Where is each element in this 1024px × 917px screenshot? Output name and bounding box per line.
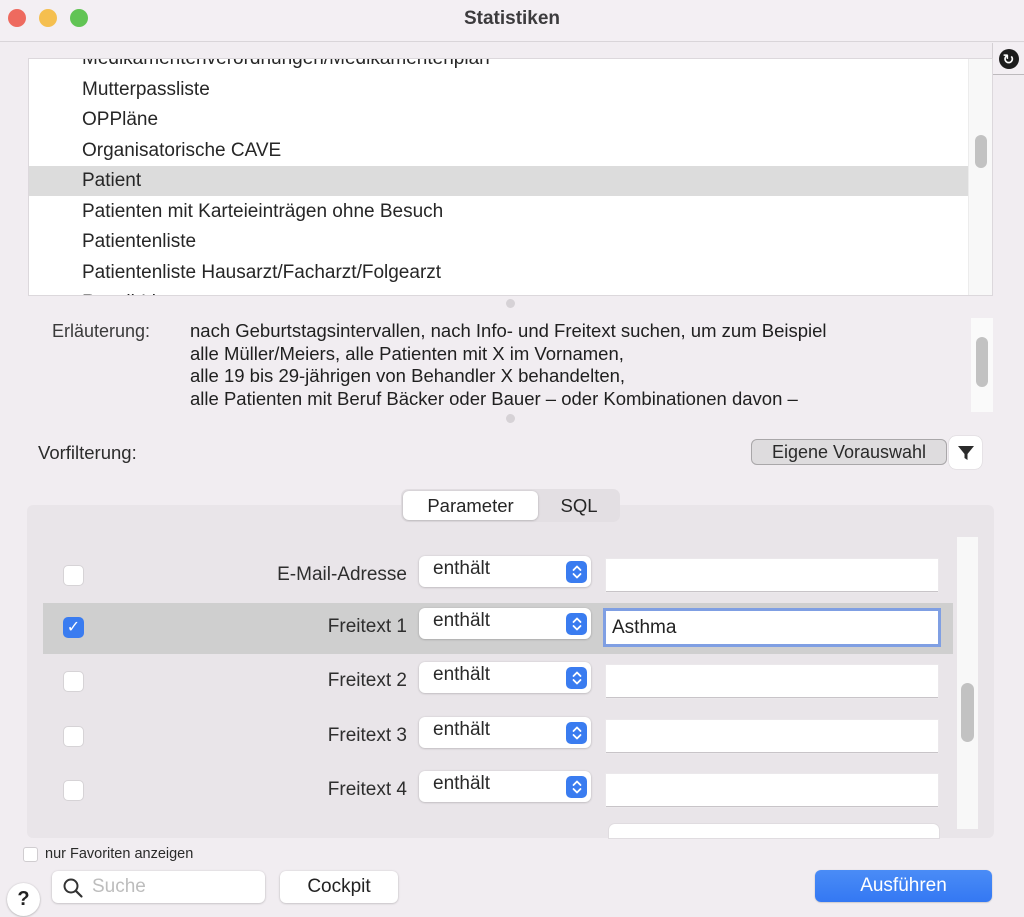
parameter-label: E-Mail-Adresse — [277, 564, 407, 585]
parameter-row: Freitext 2 enthält — [43, 657, 953, 708]
search-icon — [63, 878, 83, 898]
statistics-list-item[interactable]: Organisatorische CAVE — [29, 136, 969, 166]
check-icon: ✓ — [66, 619, 81, 636]
parameter-row: Freitext 4 enthält — [43, 766, 953, 817]
operator-select[interactable]: enthält — [419, 717, 591, 748]
chevron-updown-icon — [566, 667, 587, 689]
tab-sql[interactable]: SQL — [540, 491, 618, 520]
parameter-input-partial[interactable] — [609, 824, 939, 838]
splitter-handle[interactable] — [506, 414, 515, 423]
view-tabs: Parameter SQL — [401, 489, 620, 522]
statistics-list-item[interactable]: OPPläne — [29, 105, 969, 135]
chevron-updown-icon — [566, 776, 587, 798]
operator-select[interactable]: enthält — [419, 608, 591, 639]
own-selection-button[interactable]: Eigene Vorauswahl — [751, 439, 947, 465]
parameters-scrollbar[interactable] — [957, 537, 978, 829]
title-bar: Statistiken — [0, 0, 1024, 42]
parameter-checkbox[interactable] — [63, 565, 84, 586]
parameter-value-input[interactable] — [606, 720, 938, 753]
statistics-list[interactable]: Medikamentenverordnungen/Medikamentenpla… — [28, 58, 993, 296]
parameter-label: Freitext 2 — [327, 670, 407, 691]
operator-value: enthält — [433, 558, 491, 579]
operator-value: enthält — [433, 664, 491, 685]
favorites-only-checkbox[interactable] — [23, 847, 38, 862]
chevron-updown-icon — [566, 613, 587, 635]
explanation-scrollbar[interactable] — [971, 318, 993, 412]
explanation-line: alle 19 bis 29-jährigen von Behandler X … — [190, 365, 626, 386]
scrollbar-thumb[interactable] — [975, 135, 987, 168]
splitter-handle[interactable] — [506, 299, 515, 308]
operator-select[interactable]: enthält — [419, 771, 591, 802]
statistics-list-item[interactable]: Patienten mit Karteieinträgen ohne Besuc… — [29, 197, 969, 227]
parameter-checkbox[interactable] — [63, 671, 84, 692]
parameter-label: Freitext 3 — [327, 725, 407, 746]
chevron-updown-icon — [566, 561, 587, 583]
operator-value: enthält — [433, 610, 491, 631]
scrollbar-thumb[interactable] — [976, 337, 988, 387]
explanation-label: Erläuterung: — [52, 321, 151, 341]
parameters-panel: E-Mail-Adresseenthält✓Freitext 1enthältF… — [27, 505, 994, 838]
statistics-list-item[interactable]: Medikamentenverordnungen/Medikamentenpla… — [29, 59, 969, 74]
operator-select[interactable]: enthält — [419, 662, 591, 693]
cockpit-button[interactable]: Cockpit — [280, 871, 398, 903]
parameter-label: Freitext 4 — [327, 779, 407, 800]
help-button[interactable]: ? — [7, 883, 40, 916]
parameter-value-input[interactable] — [606, 665, 938, 698]
operator-select[interactable]: enthält — [419, 556, 591, 587]
statistics-list-item[interactable]: Patientenliste — [29, 227, 969, 257]
filter-icon — [957, 445, 974, 460]
run-button[interactable]: Ausführen — [815, 870, 992, 902]
statistics-list-item[interactable]: Recall-Liste — [29, 288, 969, 295]
parameter-value-input[interactable] — [606, 774, 938, 807]
parameter-value-input[interactable] — [606, 559, 938, 592]
operator-value: enthält — [433, 719, 491, 740]
explanation-line: alle Patienten mit Beruf Bäcker oder Bau… — [190, 387, 798, 409]
statistics-list-item[interactable]: Patientenliste Hausarzt/Facharzt/Folgear… — [29, 258, 969, 288]
explanation-text: nach Geburtstagsintervallen, nach Info- … — [190, 320, 965, 412]
parameter-value-input[interactable] — [606, 611, 938, 644]
parameter-row: Freitext 3 enthält — [43, 712, 953, 763]
refresh-icon: ↻ — [998, 48, 1019, 69]
parameter-row: E-Mail-Adresse enthält — [43, 551, 953, 602]
statistics-list-item[interactable]: Mutterpassliste — [29, 75, 969, 105]
favorites-only-label: nur Favoriten anzeigen — [45, 846, 194, 862]
operator-value: enthält — [433, 773, 491, 794]
prefilter-label: Vorfilterung: — [38, 442, 137, 463]
parameter-label: Freitext 1 — [327, 616, 407, 637]
search-input[interactable] — [92, 873, 257, 901]
refresh-button[interactable]: ↻ — [992, 43, 1024, 75]
filter-button[interactable] — [949, 436, 982, 469]
explanation-line: alle Müller/Meiers, alle Patienten mit X… — [190, 342, 624, 364]
parameter-checkbox[interactable] — [63, 780, 84, 801]
window-title: Statistiken — [463, 8, 561, 29]
parameter-checkbox[interactable]: ✓ — [63, 617, 84, 638]
chevron-updown-icon — [566, 722, 587, 744]
scrollbar-thumb[interactable] — [961, 683, 974, 742]
statistics-list-scrollbar[interactable] — [968, 59, 992, 295]
tab-parameter[interactable]: Parameter — [403, 491, 538, 520]
search-field[interactable] — [52, 871, 265, 903]
statistics-list-item[interactable]: Patient — [29, 166, 969, 196]
explanation-line: nach Geburtstagsintervallen, nach Info- … — [190, 320, 827, 341]
parameter-row: ✓ Freitext 1 enthält — [43, 603, 953, 654]
parameter-checkbox[interactable] — [63, 726, 84, 747]
